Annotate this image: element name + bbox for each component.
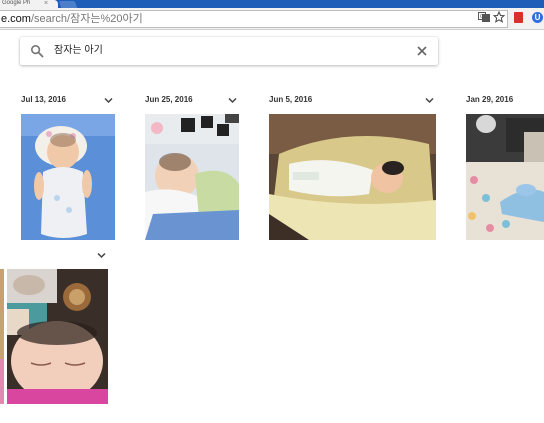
chevron-down-icon[interactable] xyxy=(97,252,106,259)
translate-icon[interactable]: G xyxy=(478,11,490,23)
search-input[interactable]: 잠자는 아기 xyxy=(54,45,103,57)
tab-google-photos[interactable]: Google Ph × xyxy=(0,0,58,8)
url-path: /search/잠자는%20아기 xyxy=(30,13,143,25)
address-bar-row: e.com/search/잠자는%20아기 G xyxy=(0,8,544,30)
close-icon[interactable] xyxy=(415,44,429,58)
chevron-down-icon[interactable] xyxy=(228,97,237,104)
url-input[interactable]: e.com/search/잠자는%20아기 xyxy=(0,10,508,28)
blue-extension-icon[interactable]: U xyxy=(532,12,543,23)
red-book-extension-icon[interactable] xyxy=(514,12,523,23)
tab-close-icon[interactable]: × xyxy=(44,0,48,7)
browser-window: Google Ph × e.com/search/잠자는%20아기 G U 잠자… xyxy=(0,0,544,423)
photo-thumbnail[interactable] xyxy=(21,114,115,240)
chevron-down-icon[interactable] xyxy=(425,97,434,104)
photo-thumbnail[interactable] xyxy=(466,114,544,240)
group-date-label: Jul 13, 2016 xyxy=(21,95,66,104)
group-date-label: Jun 5, 2016 xyxy=(269,95,313,104)
search-icon[interactable] xyxy=(30,44,44,58)
tab-title: Google Ph xyxy=(2,0,31,6)
tab-strip: Google Ph × xyxy=(0,0,544,8)
star-icon[interactable] xyxy=(492,10,506,23)
photo-thumbnail[interactable] xyxy=(7,269,108,404)
url-host: e.com xyxy=(1,13,31,25)
new-tab-button[interactable] xyxy=(58,1,78,8)
group-date-label: Jan 29, 2016 xyxy=(466,95,514,104)
photo-thumbnail[interactable] xyxy=(0,269,4,404)
chevron-down-icon[interactable] xyxy=(104,97,113,104)
search-bar[interactable]: 잠자는 아기 xyxy=(20,37,438,65)
photo-thumbnail[interactable] xyxy=(145,114,239,240)
group-date-label: Jun 25, 2016 xyxy=(145,95,193,104)
blue-extension-glyph: U xyxy=(534,13,541,22)
photo-thumbnail[interactable] xyxy=(269,114,436,240)
svg-text:G: G xyxy=(480,14,484,20)
